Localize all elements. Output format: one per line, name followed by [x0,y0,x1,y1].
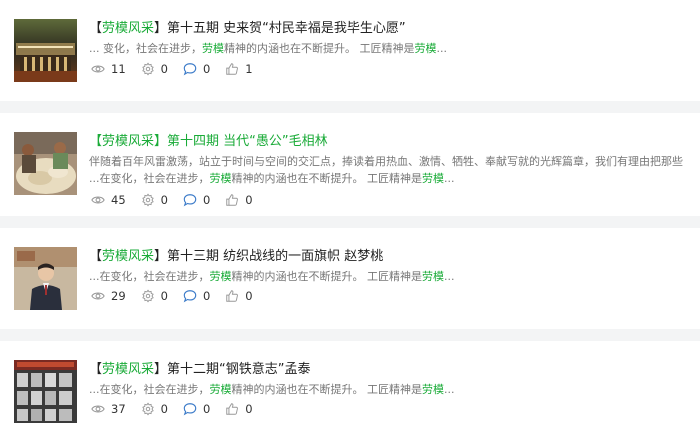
article-card[interactable]: 【劳模风采】第十二期“钢铁意志”孟泰 ...在变化，社会在进步，劳模精神的内涵也… [0,341,700,446]
article-stats: 29 0 0 0 [91,288,268,304]
article-thumbnail[interactable] [14,247,77,310]
views-stat: 11 [91,62,126,76]
summary-text: ... 变化，社会在进步， [89,42,202,55]
summary-text: 精神的内涵也在不断提升。 工匠精神是 [224,42,415,55]
eye-icon [91,405,105,413]
comment-count: 0 [202,193,211,207]
article-thumbnail[interactable] [14,360,77,423]
summary-highlight: 劳模 [414,42,437,55]
like-stat[interactable]: 0 [225,289,253,303]
comment-bubble-icon[interactable] [183,289,197,303]
summary-text: 精神的内涵也在不断提升。 工匠精神是 [231,383,423,396]
like-count: 0 [245,289,253,303]
summary-highlight: 劳模 [209,172,232,185]
thumbs-up-icon[interactable] [225,193,239,207]
article-thumbnail[interactable] [14,19,77,82]
like-count: 1 [245,62,253,76]
summary-highlight: 劳模 [202,42,224,55]
article-stats: 45 0 0 0 [91,192,268,208]
views-count: 11 [111,62,126,76]
article-thumbnail[interactable] [14,132,77,195]
like-count: 0 [245,402,253,416]
article-card[interactable]: 【劳模风采】第十三期 纺织战线的一面旗帜 赵梦桃 ...在变化，社会在进步，劳模… [0,228,700,329]
summary-text: ... [436,42,448,55]
summary-text: 精神的内涵也在不断提升。 工匠精神是 [231,270,423,283]
article-stats: 11 0 0 1 [91,61,268,77]
like-count: 0 [245,193,253,207]
article-title-text[interactable]: 第十三期 纺织战线的一面旗帜 赵梦桃 [167,249,383,264]
article-title[interactable]: 【劳模风采】第十四期 当代“愚公”毛相林 [89,133,690,151]
thumbs-up-icon[interactable] [225,402,239,416]
summary-text: ...在变化，社会在进步， [89,383,210,396]
like-stat[interactable]: 0 [225,402,253,416]
article-stats: 37 0 0 0 [91,401,268,417]
summary-text: ...在变化，社会在进步， [89,270,210,283]
share-gear-icon[interactable] [141,62,155,76]
share-gear-icon[interactable] [141,289,155,303]
comment-stat[interactable]: 0 [183,193,210,207]
comment-count: 0 [202,62,211,76]
article-summary: ...在变化，社会在进步，劳模精神的内涵也在不断提升。 工匠精神是劳模... [89,381,690,398]
comment-stat[interactable]: 0 [183,289,210,303]
eye-icon [91,65,105,73]
thumbs-up-icon[interactable] [225,62,239,76]
views-count: 37 [111,402,126,416]
article-title[interactable]: 【劳模风采】第十五期 史来贺“村民幸福是我毕生心愿” [89,20,690,38]
comment-bubble-icon[interactable] [183,193,197,207]
summary-highlight: 劳模 [422,270,444,283]
comment-stat[interactable]: 0 [183,62,210,76]
article-title-text[interactable]: 第十二期“钢铁意志”孟泰 [167,362,310,377]
share-count: 0 [160,402,168,416]
article-summary: 伴随着百年风雷激荡，站立于时间与空间的交汇点，捧读着用热血、激情、牺牲、奉献写就… [89,153,690,170]
comment-count: 0 [202,402,211,416]
share-stat[interactable]: 0 [141,402,168,416]
summary-text: 精神的内涵也在不断提升。 工匠精神是 [231,172,423,185]
comment-stat[interactable]: 0 [183,402,210,416]
article-summary: ...在变化，社会在进步，劳模精神的内涵也在不断提升。 工匠精神是劳模... [89,170,690,187]
views-stat: 45 [91,193,126,207]
like-stat[interactable]: 1 [225,62,253,76]
article-tag[interactable]: 劳模风采 [102,249,154,264]
summary-highlight: 劳模 [209,383,232,396]
share-count: 0 [160,193,168,207]
summary-text: ... [444,270,455,283]
summary-text: 伴随着百年风雷激荡，站立于时间与空间的交汇点，捧读着用热血、激情、牺牲、奉献写就… [89,155,683,168]
like-stat[interactable]: 0 [225,193,253,207]
views-count: 29 [111,289,126,303]
share-stat[interactable]: 0 [141,193,168,207]
article-title-text[interactable]: 第十四期 当代“愚公”毛相林 [167,134,328,149]
article-title-text[interactable]: 第十五期 史来贺“村民幸福是我毕生心愿” [167,21,406,36]
eye-icon [91,292,105,300]
views-stat: 37 [91,402,126,416]
views-stat: 29 [91,289,126,303]
article-card[interactable]: 【劳模风采】第十四期 当代“愚公”毛相林 伴随着百年风雷激荡，站立于时间与空间的… [0,113,700,216]
share-count: 0 [160,62,168,76]
article-summary: ...在变化，社会在进步，劳模精神的内涵也在不断提升。 工匠精神是劳模... [89,268,690,285]
thumbs-up-icon[interactable] [225,289,239,303]
article-tag[interactable]: 劳模风采 [102,362,154,377]
article-title[interactable]: 【劳模风采】第十二期“钢铁意志”孟泰 [89,361,690,379]
share-gear-icon[interactable] [141,193,155,207]
eye-icon [91,196,105,204]
summary-highlight: 劳模 [209,270,232,283]
summary-text: ... [444,172,455,185]
article-card[interactable]: 【劳模风采】第十五期 史来贺“村民幸福是我毕生心愿” ... 变化，社会在进步，… [0,0,700,101]
views-count: 45 [111,193,126,207]
article-tag[interactable]: 劳模风采 [102,21,154,36]
summary-text: ...在变化，社会在进步， [89,172,210,185]
share-count: 0 [160,289,168,303]
summary-highlight: 劳模 [422,383,444,396]
share-gear-icon[interactable] [141,402,155,416]
share-stat[interactable]: 0 [141,62,168,76]
comment-bubble-icon[interactable] [183,62,197,76]
article-summary: ... 变化，社会在进步，劳模精神的内涵也在不断提升。 工匠精神是劳模... [89,40,690,57]
share-stat[interactable]: 0 [141,289,168,303]
article-tag[interactable]: 劳模风采 [102,134,154,149]
comment-bubble-icon[interactable] [183,402,197,416]
summary-text: ... [444,383,455,396]
comment-count: 0 [202,289,211,303]
article-title[interactable]: 【劳模风采】第十三期 纺织战线的一面旗帜 赵梦桃 [89,248,690,266]
summary-highlight: 劳模 [422,172,444,185]
